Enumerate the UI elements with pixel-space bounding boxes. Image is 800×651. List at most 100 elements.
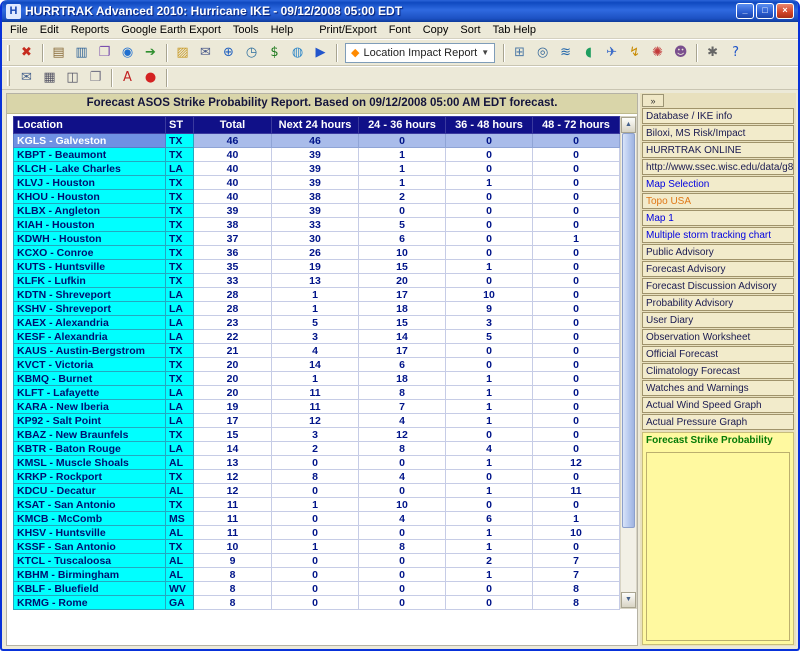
table-row[interactable]: KARA - New Iberia LA 19 11 7 1 0 [13,399,620,414]
sidebar-item-forecast-strike-probability[interactable]: Forecast Strike Probability [643,433,793,449]
sidebar-item-map-1[interactable]: Map 1 [642,210,794,226]
sidebar-item-actual-pressure-graph[interactable]: Actual Pressure Graph [642,414,794,430]
table-row[interactable]: KSHV - Shreveport LA 28 1 18 9 0 [13,301,620,316]
table-row[interactable]: KAUS - Austin-Bergstrom TX 21 4 17 0 0 [13,343,620,358]
table-row[interactable]: KDTN - Shreveport LA 28 1 17 10 0 [13,287,620,302]
sidebar-item-forecast-advisory[interactable]: Forecast Advisory [642,261,794,277]
zoom-icon[interactable]: ◎ [532,43,553,63]
sidebar-item-database-ike-info[interactable]: Database / IKE info [642,108,794,124]
table-row[interactable]: KDCU - Decatur AL 12 0 0 1 11 [13,483,620,498]
menu-item-edit[interactable]: Edit [34,23,65,37]
database-icon[interactable]: ▤ [48,43,69,63]
map-icon[interactable]: ⊞ [509,43,530,63]
sidebar-item-user-diary[interactable]: User Diary [642,312,794,328]
column-header-total[interactable]: Total [193,116,272,134]
table-row[interactable]: KLCH - Lake Charles LA 40 39 1 0 0 [13,161,620,176]
menu-item-tools[interactable]: Tools [227,23,265,37]
vertical-scrollbar[interactable]: ▲ ▼ [620,116,637,609]
table-row[interactable]: KLFT - Lafayette LA 20 11 8 1 0 [13,385,620,400]
table-row[interactable]: KLFK - Lufkin TX 33 13 20 0 0 [13,273,620,288]
dollar-icon[interactable]: $ [264,43,285,63]
table-row[interactable]: KBMQ - Burnet TX 20 1 18 1 0 [13,371,620,386]
cyclone-icon[interactable]: ✺ [647,43,668,63]
radar-icon[interactable]: ◖ [578,43,599,63]
menu-item-help[interactable]: Help [265,23,300,37]
column-header-st[interactable]: ST [165,116,194,134]
table-row[interactable]: KAEX - Alexandria LA 23 5 15 3 0 [13,315,620,330]
column-header-36-48-hours[interactable]: 36 - 48 hours [445,116,533,134]
sidebar-item-multiple-storm-tracking-chart[interactable]: Multiple storm tracking chart [642,227,794,243]
sidebar-item-http-www-ssec-wisc-edu-data-g8-lat[interactable]: http://www.ssec.wisc.edu/data/g8/lat [642,159,794,175]
sidebar-collapse-button[interactable]: » [642,94,664,107]
sidebar-item-actual-wind-speed-graph[interactable]: Actual Wind Speed Graph [642,397,794,413]
wave-chart-icon[interactable]: ≋ [555,43,576,63]
window-icon[interactable]: ❐ [94,43,115,63]
column-header-next-24-hours[interactable]: Next 24 hours [271,116,359,134]
minimize-button[interactable]: _ [736,3,754,19]
menu-item-sort[interactable]: Sort [454,23,486,37]
mail-icon[interactable]: ✉ [16,68,37,88]
play-icon[interactable]: ▶ [310,43,331,63]
scroll-up-icon[interactable]: ▲ [621,117,636,133]
satellite-icon[interactable]: ✈ [601,43,622,63]
sidebar-item-forecast-discussion-advisory[interactable]: Forecast Discussion Advisory [642,278,794,294]
record-icon[interactable]: ● [140,68,161,88]
table-row[interactable]: KRMG - Rome GA 8 0 0 0 8 [13,595,620,610]
table-row[interactable]: KRKP - Rockport TX 12 8 4 0 0 [13,469,620,484]
location-impact-report-dropdown[interactable]: ◆ Location Impact Report ▼ [345,42,496,63]
sidebar-item-topo-usa[interactable]: Topo USA [642,193,794,209]
sidebar-item-map-selection[interactable]: Map Selection [642,176,794,192]
copy-page-icon[interactable]: ❐ [85,68,106,88]
maximize-button[interactable]: □ [756,3,774,19]
table-row[interactable]: KIAH - Houston TX 38 33 5 0 0 [13,217,620,232]
table-row[interactable]: KCXO - Conroe TX 36 26 10 0 0 [13,245,620,260]
sidebar-item-biloxi-ms-risk-impact[interactable]: Biloxi, MS Risk/Impact [642,125,794,141]
lightning-icon[interactable]: ↯ [624,43,645,63]
clock-icon[interactable]: ◷ [241,43,262,63]
menu-item-reports[interactable]: Reports [65,23,116,37]
sidebar-item-official-forecast[interactable]: Official Forecast [642,346,794,362]
menu-item-file[interactable]: File [4,23,34,37]
table-row[interactable]: KHSV - Huntsville AL 11 0 0 1 10 [13,525,620,540]
globe-icon[interactable]: ⊕ [218,43,239,63]
users-icon[interactable]: ☻ [670,43,691,63]
sidebar-item-observation-worksheet[interactable]: Observation Worksheet [642,329,794,345]
table-row[interactable]: KLBX - Angleton TX 39 39 0 0 0 [13,203,620,218]
web-icon[interactable]: ◍ [287,43,308,63]
table-row[interactable]: KSSF - San Antonio TX 10 1 8 1 0 [13,539,620,554]
mail-icon[interactable]: ✉ [195,43,216,63]
scrollbar-track[interactable] [621,133,636,592]
menu-item-print-export[interactable]: Print/Export [313,23,382,37]
table-row[interactable]: KUTS - Huntsville TX 35 19 15 1 0 [13,259,620,274]
scroll-down-icon[interactable]: ▼ [621,592,636,608]
table-row[interactable]: KHOU - Houston TX 40 38 2 0 0 [13,189,620,204]
table-row[interactable]: KMSL - Muscle Shoals AL 13 0 0 1 12 [13,455,620,470]
column-header-location[interactable]: Location [13,116,166,134]
folder-icon[interactable]: ▨ [172,43,193,63]
print-icon[interactable]: ▦ [39,68,60,88]
scrollbar-thumb[interactable] [622,133,635,528]
table-row[interactable]: KP92 - Salt Point LA 17 12 4 1 0 [13,413,620,428]
exit-icon[interactable]: ✖ [16,43,37,63]
sidebar-item-hurrtrak-online[interactable]: HURRTRAK ONLINE [642,142,794,158]
table-row[interactable]: KSAT - San Antonio TX 11 1 10 0 0 [13,497,620,512]
table-row[interactable]: KBLF - Bluefield WV 8 0 0 0 8 [13,581,620,596]
close-button[interactable]: × [776,3,794,19]
report-icon[interactable]: ▥ [71,43,92,63]
print-preview-icon[interactable]: ◫ [62,68,83,88]
table-row[interactable]: KDWH - Houston TX 37 30 6 0 1 [13,231,620,246]
menu-item-tab-help[interactable]: Tab Help [487,23,542,37]
sidebar-item-public-advisory[interactable]: Public Advisory [642,244,794,260]
menu-item-google-earth-export[interactable]: Google Earth Export [115,23,227,37]
table-row[interactable]: KBHM - Birmingham AL 8 0 0 1 7 [13,567,620,582]
help-icon[interactable]: ? [725,43,746,63]
table-row[interactable]: KGLS - Galveston TX 46 46 0 0 0 [13,133,620,148]
export-icon[interactable]: ➔ [140,43,161,63]
table-row[interactable]: KVCT - Victoria TX 20 14 6 0 0 [13,357,620,372]
toolbar-grip[interactable] [7,70,10,86]
sidebar-item-probability-advisory[interactable]: Probability Advisory [642,295,794,311]
toolbar-grip[interactable] [7,44,10,61]
menu-item-font[interactable]: Font [383,23,417,37]
menu-item-copy[interactable]: Copy [417,23,455,37]
google-earth-icon[interactable]: ◉ [117,43,138,63]
